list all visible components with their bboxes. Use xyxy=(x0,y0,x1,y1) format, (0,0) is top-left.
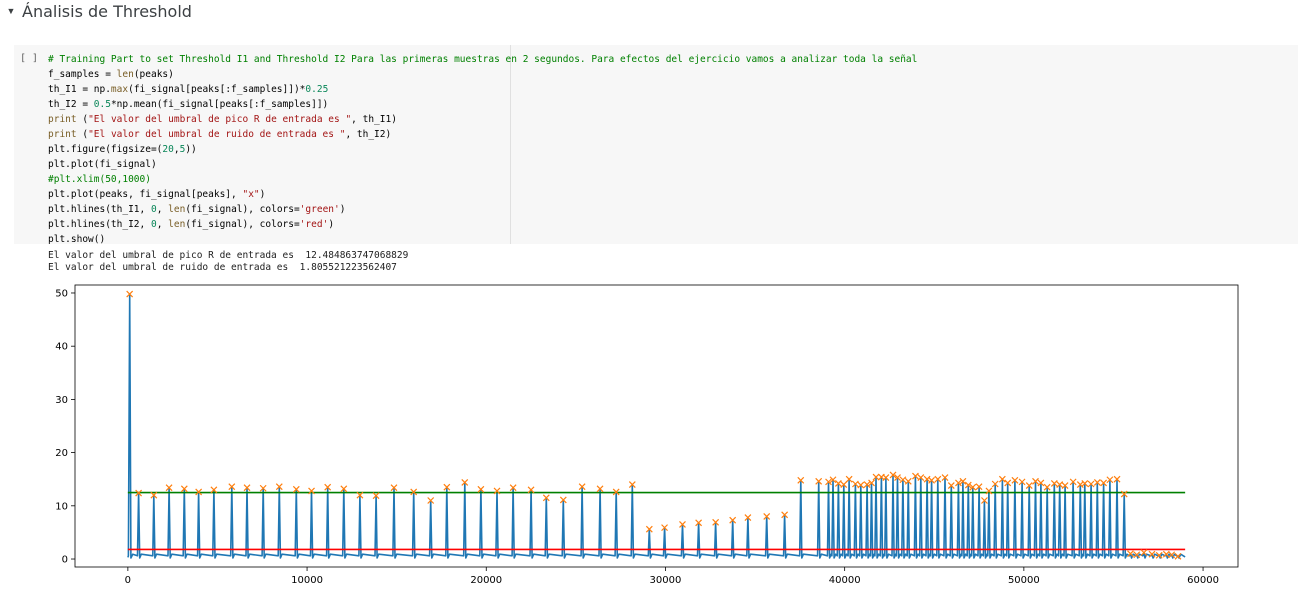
code-token: , xyxy=(156,204,169,215)
section-header[interactable]: ▼ Ánalisis de Threshold xyxy=(6,0,192,22)
x-tick-label: 20000 xyxy=(470,575,502,586)
y-tick-label: 0 xyxy=(62,555,68,566)
x-tick-label: 50000 xyxy=(1008,575,1040,586)
code-token: 'green' xyxy=(299,204,340,215)
code-token: plt.plot(peaks, fi_signal[peaks], xyxy=(48,189,243,200)
section-title: Ánalisis de Threshold xyxy=(22,1,192,21)
code-token: 0.5 xyxy=(93,99,111,110)
code-token: ) xyxy=(259,189,266,200)
triangle-down-icon[interactable]: ▼ xyxy=(6,6,16,16)
code-token: len xyxy=(168,204,186,215)
code-token: 0.25 xyxy=(305,84,329,95)
code-line[interactable]: th_I2 = 0.5*np.mean(fi_signal[peaks[:f_s… xyxy=(48,97,917,112)
output-line: El valor del umbral de pico R de entrada… xyxy=(48,250,409,261)
code-token: , xyxy=(156,219,169,230)
code-line[interactable]: print ("El valor del umbral de ruido de … xyxy=(48,127,917,142)
code-token: plt.show() xyxy=(48,234,106,245)
code-line[interactable]: # Training Part to set Threshold I1 and … xyxy=(48,52,917,67)
x-tick-label: 60000 xyxy=(1187,575,1219,586)
code-line[interactable]: plt.hlines(th_I1, 0, len(fi_signal), col… xyxy=(48,202,917,217)
y-tick-label: 30 xyxy=(55,395,68,406)
code-token: len xyxy=(168,219,186,230)
code-token: (fi_signal), colors= xyxy=(185,204,300,215)
cell-output: El valor del umbral de pico R de entrada… xyxy=(48,250,408,274)
code-token: ( xyxy=(76,114,89,125)
x-tick-label: 0 xyxy=(125,575,131,586)
code-token: 20 xyxy=(162,144,174,155)
code-line[interactable]: #plt.xlim(50,1000) xyxy=(48,172,917,187)
code-token: len xyxy=(116,69,134,80)
y-tick-label: 10 xyxy=(55,501,68,512)
code-token: , th_I2) xyxy=(345,129,392,140)
code-token: th_I1 = np. xyxy=(48,84,111,95)
code-token: (fi_signal), colors= xyxy=(185,219,300,230)
code-token: )) xyxy=(185,144,197,155)
code-token: plt.plot(fi_signal) xyxy=(48,159,157,170)
code-token: f_samples = xyxy=(48,69,117,80)
code-token: (fi_signal[peaks[:f_samples]])* xyxy=(128,84,306,95)
x-tick-label: 30000 xyxy=(650,575,682,586)
y-tick-label: 50 xyxy=(55,288,68,299)
code-token: , th_I1) xyxy=(351,114,397,125)
run-cell-button[interactable]: [ ] xyxy=(20,53,38,64)
code-token: "El valor del umbral de ruido de entrada… xyxy=(88,129,346,140)
code-token: plt.figure(figsize=( xyxy=(48,144,163,155)
code-token: ) xyxy=(339,204,346,215)
y-tick-label: 20 xyxy=(55,448,68,459)
code-token: *np.mean(fi_signal[peaks[:f_samples]]) xyxy=(110,99,329,110)
code-token: print xyxy=(48,114,77,125)
code-token: 'red' xyxy=(299,219,329,230)
x-tick-label: 10000 xyxy=(291,575,323,586)
code-line[interactable]: plt.hlines(th_I2, 0, len(fi_signal), col… xyxy=(48,217,917,232)
code-token: "El valor del umbral de pico R de entrad… xyxy=(88,114,352,125)
code-token: print xyxy=(48,129,77,140)
code-token: plt.hlines(th_I2, xyxy=(48,219,151,230)
code-token: "x" xyxy=(242,189,260,200)
plot-area xyxy=(75,285,1238,567)
code-token: (peaks) xyxy=(133,69,174,80)
code-token: th_I2 = xyxy=(48,99,94,110)
code-token: # Training Part to set Threshold I1 and … xyxy=(48,54,918,65)
y-tick-label: 40 xyxy=(55,342,68,353)
signal-plot: 0 10000 20000 30000 40000 50000 60000 0 10 20 30 40… xyxy=(55,284,1239,586)
code-token: ( xyxy=(76,129,89,140)
output-line: El valor del umbral de ruido de entrada … xyxy=(48,262,397,273)
code-token: plt.hlines(th_I1, xyxy=(48,204,151,215)
code-token: ) xyxy=(328,219,335,230)
code-line[interactable]: plt.show() xyxy=(48,232,917,247)
code-line[interactable]: plt.plot(fi_signal) xyxy=(48,157,917,172)
code-token: max xyxy=(110,84,129,95)
x-tick-label: 40000 xyxy=(829,575,861,586)
code-line[interactable]: plt.figure(figsize=(20,5)) xyxy=(48,142,917,157)
code-line[interactable]: print ("El valor del umbral de pico R de… xyxy=(48,112,917,127)
code-editor[interactable]: # Training Part to set Threshold I1 and … xyxy=(48,52,917,247)
code-line[interactable]: plt.plot(peaks, fi_signal[peaks], "x") xyxy=(48,187,917,202)
code-token: #plt.xlim(50,1000) xyxy=(48,174,151,185)
code-line[interactable]: f_samples = len(peaks) xyxy=(48,67,917,82)
code-line[interactable]: th_I1 = np.max(fi_signal[peaks[:f_sample… xyxy=(48,82,917,97)
